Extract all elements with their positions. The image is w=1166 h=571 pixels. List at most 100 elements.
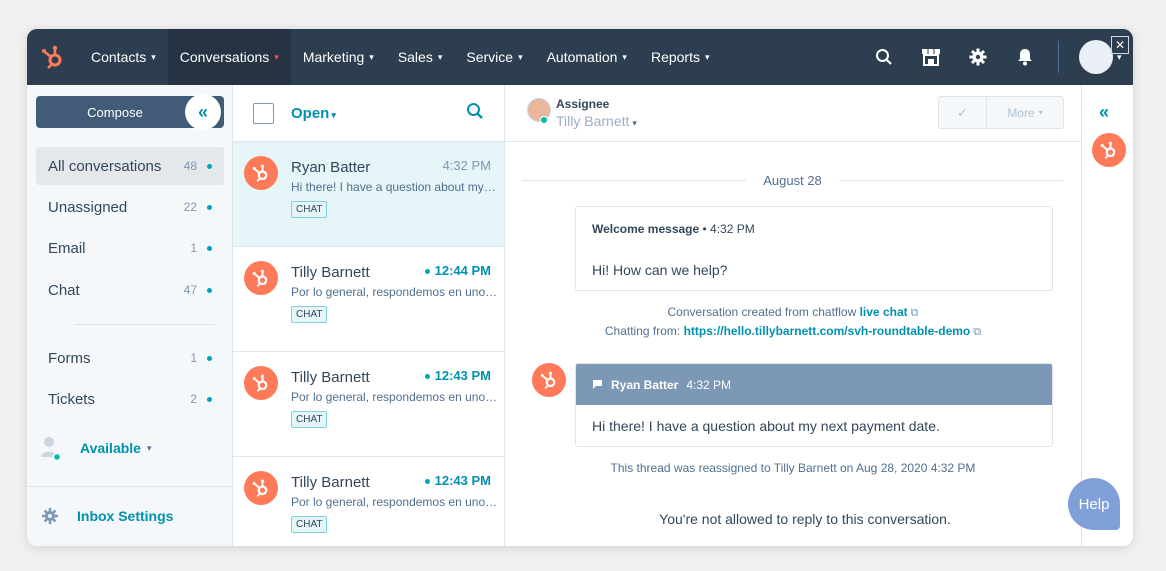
- right-rail: «: [1081, 85, 1133, 546]
- conversation-name: Tilly Barnett: [291, 369, 370, 386]
- welcome-time: 4:32 PM: [710, 222, 755, 236]
- unread-dot-icon: [207, 163, 212, 169]
- sidebar-item-unassigned[interactable]: Unassigned 22: [36, 188, 224, 226]
- sidebar-item-label: Tickets: [48, 390, 95, 408]
- sidebar-item-email[interactable]: Email 1: [36, 229, 224, 267]
- help-button[interactable]: Help: [1068, 478, 1120, 530]
- online-status-icon: [540, 116, 548, 124]
- sidebar-item-tickets[interactable]: Tickets 2: [36, 380, 224, 418]
- app-window: Contacts ▾ Conversations ▾ Marketing ▾ Sale…: [27, 29, 1133, 546]
- nav-contacts[interactable]: Contacts ▾: [79, 29, 168, 85]
- hubspot-logo-icon: [244, 471, 278, 505]
- chevron-down-icon: ▾: [146, 442, 152, 453]
- conversation-name: Tilly Barnett: [291, 264, 370, 281]
- chevron-down-icon: ▾: [437, 51, 443, 62]
- thread-header: Assignee Tilly Barnett ▾ ✓ More ▾: [505, 85, 1081, 142]
- gear-icon[interactable]: [954, 29, 1001, 85]
- nav-sales[interactable]: Sales ▾: [386, 29, 455, 85]
- welcome-message-card: Welcome message • 4:32 PM Hi! How can we…: [575, 206, 1053, 291]
- gear-icon: [42, 508, 58, 524]
- conversation-time-unread: 12:43 PM: [424, 368, 491, 383]
- conversation-preview: Hi there! I have a question about my nex…: [291, 180, 499, 194]
- conversation-list-header: Open ▾: [233, 85, 504, 142]
- hubspot-logo-icon[interactable]: [1092, 133, 1126, 167]
- sidebar-item-label: Email: [48, 239, 86, 257]
- sidebar-item-chat[interactable]: Chat 47: [36, 271, 224, 309]
- chatting-from-link[interactable]: https://hello.tillybarnett.com/svh-round…: [684, 324, 971, 338]
- sidebar-item-count: 1: [190, 351, 197, 365]
- nav-service[interactable]: Service ▾: [454, 29, 534, 85]
- assignee-dropdown[interactable]: Tilly Barnett ▾: [556, 113, 637, 129]
- close-icon[interactable]: ✕: [1111, 36, 1129, 54]
- collapse-sidebar-icon[interactable]: «: [185, 94, 221, 130]
- nav-service-label: Service: [466, 49, 514, 65]
- chevron-down-icon: ▾: [274, 51, 279, 62]
- sidebar-item-count: 2: [190, 392, 197, 406]
- hubspot-logo-icon: [244, 156, 278, 190]
- divider-line: [838, 180, 1064, 181]
- nav-contacts-label: Contacts: [91, 49, 147, 65]
- thread-actions: ✓ More ▾: [938, 96, 1064, 129]
- more-actions-button[interactable]: More ▾: [987, 97, 1063, 128]
- close-conversation-check-icon[interactable]: ✓: [939, 97, 987, 128]
- assignee-label: Assignee: [556, 97, 610, 111]
- chevron-down-icon: ▾: [632, 118, 637, 128]
- list-item[interactable]: Tilly Barnett 12:43 PM Por lo general, r…: [233, 457, 504, 546]
- inbox-settings-link[interactable]: Inbox Settings: [41, 507, 173, 525]
- welcome-meta: Welcome message • 4:32 PM: [592, 222, 755, 236]
- availability-toggle[interactable]: Available ▾: [40, 435, 152, 461]
- inbox-sidebar: Compose « All conversations 48 Unassigne…: [27, 85, 233, 546]
- nav-marketing[interactable]: Marketing ▾: [291, 29, 386, 85]
- chevron-down-icon: ▾: [704, 51, 710, 62]
- created-prefix: Conversation created from chatflow: [667, 305, 860, 319]
- unread-dot-icon: [207, 355, 212, 361]
- select-all-checkbox[interactable]: [253, 102, 274, 124]
- search-icon[interactable]: [860, 29, 907, 85]
- list-item[interactable]: Ryan Batter 4:32 PM Hi there! I have a q…: [233, 142, 504, 247]
- message-sender: Ryan Batter: [611, 377, 679, 392]
- status-filter-dropdown[interactable]: Open ▾: [291, 105, 336, 122]
- sidebar-item-forms[interactable]: Forms 1: [36, 339, 224, 377]
- chevron-down-icon: ▾: [331, 109, 336, 120]
- marketplace-icon[interactable]: [907, 29, 954, 85]
- nav-conversations-label: Conversations: [179, 49, 270, 65]
- message-header: Ryan Batter 4:32 PM: [576, 364, 1052, 405]
- unread-dot-icon: [207, 396, 212, 402]
- conversation-time-unread: 12:44 PM: [424, 263, 491, 278]
- assignee-name: Tilly Barnett: [556, 113, 630, 129]
- availability-label: Available: [80, 440, 141, 456]
- divider-line: [522, 180, 747, 181]
- nav-icons: ▾: [860, 29, 1133, 85]
- unread-dot-icon: [424, 269, 430, 275]
- hubspot-logo-icon[interactable]: [27, 29, 79, 85]
- no-reply-notice: You're not allowed to reply to this conv…: [659, 511, 951, 527]
- chatting-prefix: Chatting from:: [604, 324, 684, 338]
- search-icon[interactable]: [466, 102, 484, 125]
- conversation-name: Ryan Batter: [291, 159, 371, 176]
- sidebar-item-all-conversations[interactable]: All conversations 48: [36, 147, 224, 185]
- nav-conversations[interactable]: Conversations ▾: [167, 29, 291, 85]
- date-label: August 28: [763, 173, 822, 188]
- date-divider: August 28: [522, 173, 1064, 188]
- hubspot-logo-icon: [244, 261, 278, 295]
- nav-separator: [1058, 41, 1059, 73]
- nav-reports-label: Reports: [650, 49, 700, 65]
- chevron-down-icon: ▾: [518, 51, 523, 62]
- sidebar-item-label: Forms: [48, 349, 91, 367]
- collapse-panel-icon[interactable]: «: [1099, 102, 1109, 123]
- hubspot-logo-icon: [244, 366, 278, 400]
- user-avatar[interactable]: [1079, 40, 1113, 74]
- conversation-time: 12:43 PM: [434, 368, 491, 383]
- live-chat-link[interactable]: live chat: [860, 305, 908, 319]
- sidebar-item-count: 1: [190, 241, 197, 255]
- unread-dot-icon: [424, 374, 430, 380]
- nav-reports[interactable]: Reports ▾: [639, 29, 722, 85]
- list-item[interactable]: Tilly Barnett 12:44 PM Por lo general, r…: [233, 247, 504, 352]
- list-item[interactable]: Tilly Barnett 12:43 PM Por lo general, r…: [233, 352, 504, 457]
- chat-bubble-icon: [593, 380, 602, 389]
- unread-dot-icon: [207, 245, 212, 251]
- conversation-preview: Por lo general, respondemos en unos minu…: [291, 495, 499, 509]
- nav-automation[interactable]: Automation ▾: [535, 29, 639, 85]
- bell-icon[interactable]: [1001, 29, 1048, 85]
- channel-tag: CHAT: [291, 516, 328, 533]
